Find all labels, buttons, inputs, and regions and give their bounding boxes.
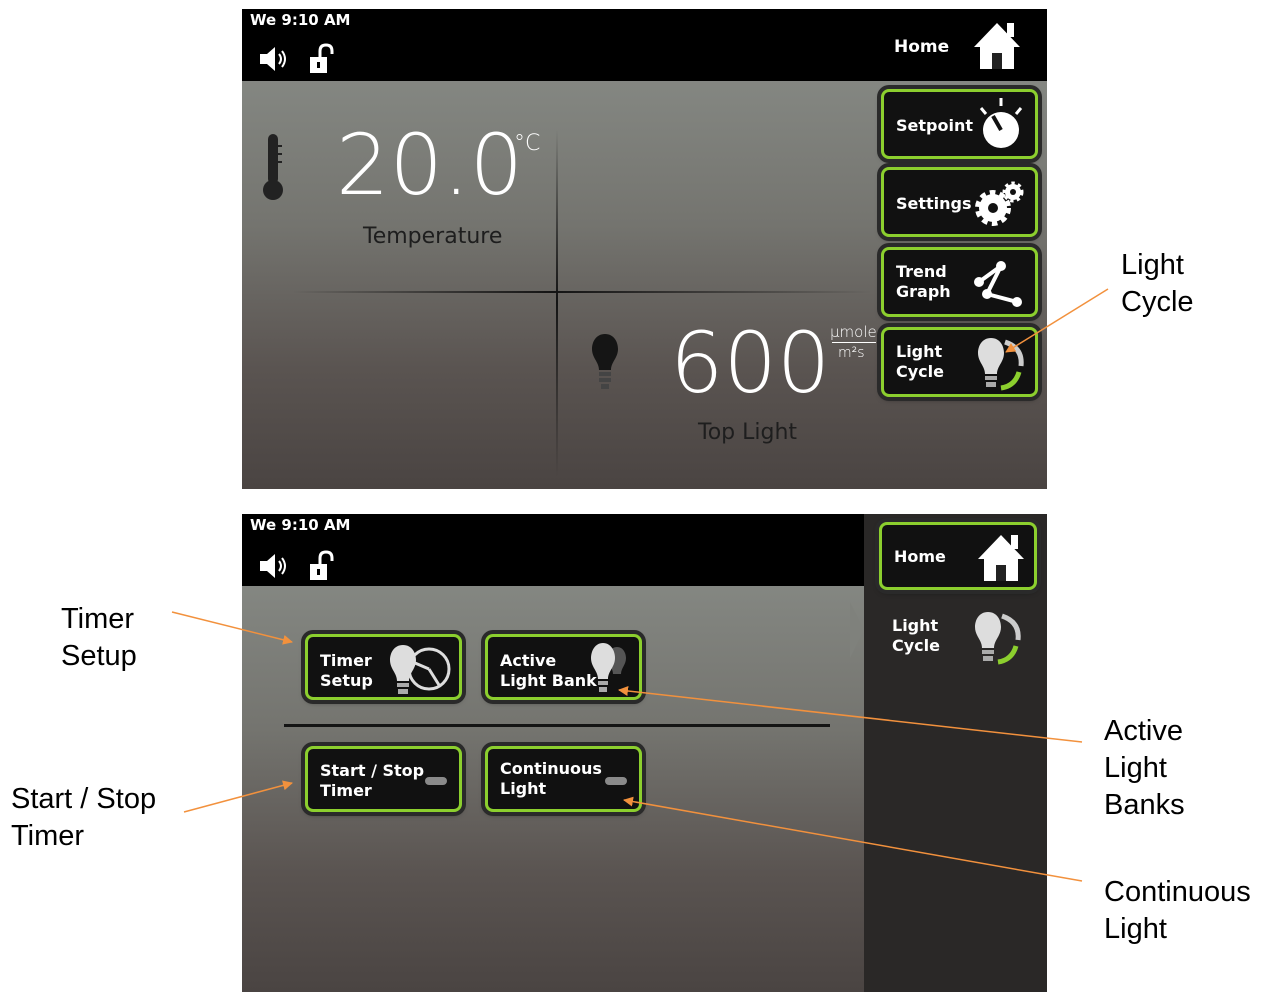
annotation-arrows: [171, 288, 1109, 882]
arrow-timer-setup: [171, 611, 293, 645]
arrow-start-stop-timer: [183, 780, 293, 813]
arrow-continuous-light: [623, 796, 1083, 882]
arrow-light-cycle: [1005, 288, 1109, 353]
arrow-active-light-banks: [618, 686, 1083, 743]
